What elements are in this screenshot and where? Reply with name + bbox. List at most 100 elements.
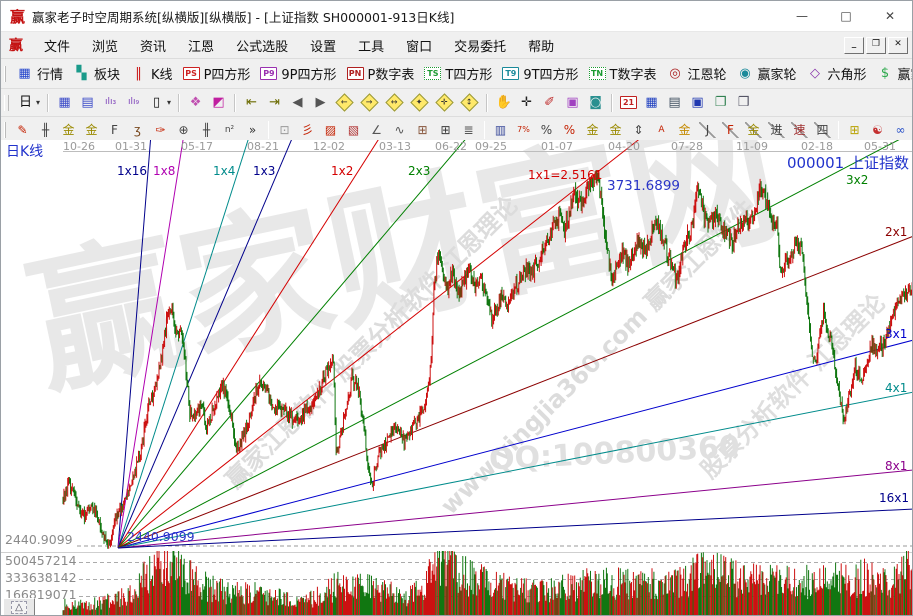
percent-button[interactable]: % bbox=[536, 119, 557, 141]
su-line-button[interactable]: 速 bbox=[789, 119, 810, 141]
zoom-h-button[interactable]: ↔ bbox=[383, 92, 406, 114]
toolbar-grip[interactable] bbox=[4, 95, 9, 111]
yinyang-button[interactable]: ☯ bbox=[867, 119, 888, 141]
t-number-button[interactable]: TNT数字表 bbox=[585, 63, 661, 85]
close-button[interactable]: ✕ bbox=[868, 1, 912, 31]
info-list-button[interactable]: ▤ bbox=[77, 92, 98, 114]
updown-button[interactable]: ⇕ bbox=[628, 119, 649, 141]
shift-right-button[interactable]: → bbox=[358, 92, 381, 114]
puzzle-button[interactable]: ◙ bbox=[585, 92, 606, 114]
si-line-button[interactable]: 四 bbox=[812, 119, 833, 141]
colored-chart-button[interactable]: ◩ bbox=[208, 92, 229, 114]
infinity-button[interactable]: ∞ bbox=[890, 119, 911, 141]
toolbar-grip[interactable] bbox=[4, 66, 6, 82]
grid-box2-button[interactable]: ⊞ bbox=[435, 119, 456, 141]
a-wave-button[interactable]: A bbox=[651, 119, 672, 141]
kline-button[interactable]: ‖K线 bbox=[126, 63, 177, 85]
p9-square-button[interactable]: P99P四方形 bbox=[256, 63, 340, 85]
p-square-button[interactable]: PSP四方形 bbox=[179, 63, 255, 85]
menu-item-3[interactable]: 江恩 bbox=[177, 33, 225, 58]
box-select-button[interactable]: ⊡ bbox=[274, 119, 295, 141]
hand-tool-button[interactable]: ✋ bbox=[493, 92, 514, 114]
mdi-restore-button[interactable]: ❐ bbox=[866, 37, 886, 54]
window-mode-button[interactable]: ▦ bbox=[54, 92, 75, 114]
circle-tool-button[interactable]: ⊕ bbox=[173, 119, 194, 141]
kline-3-button[interactable]: ılı₃ bbox=[100, 92, 121, 114]
menu-item-4[interactable]: 公式选股 bbox=[225, 33, 299, 58]
crosshair-button[interactable]: ✛ bbox=[516, 92, 537, 114]
spiral-button[interactable]: ʒ bbox=[127, 119, 148, 141]
gann-fan-button[interactable]: 彡 bbox=[297, 119, 318, 141]
toolbar-grip[interactable] bbox=[4, 122, 6, 138]
quotes-button[interactable]: ▦行情 bbox=[12, 63, 67, 85]
nav-prev-button[interactable]: ◀ bbox=[287, 92, 308, 114]
gold-grid2-button[interactable]: 金 bbox=[81, 119, 102, 141]
j-line-button[interactable]: J bbox=[697, 119, 718, 141]
zoom-v-button[interactable]: ↕ bbox=[458, 92, 481, 114]
ray-lines-button[interactable]: ≣ bbox=[458, 119, 479, 141]
p-number-button[interactable]: PNP数字表 bbox=[343, 63, 419, 85]
ruler-grid-button[interactable]: ╫ bbox=[196, 119, 217, 141]
gold-slash-button[interactable]: 金 bbox=[743, 119, 764, 141]
menu-item-7[interactable]: 窗口 bbox=[395, 33, 443, 58]
square-n2-button[interactable]: n² bbox=[219, 119, 240, 141]
grid-yellow-button[interactable]: ⊞ bbox=[844, 119, 865, 141]
wand-button[interactable]: ✐ bbox=[539, 92, 560, 114]
zoom-out-button[interactable]: ✦ bbox=[408, 92, 431, 114]
nav-next-button[interactable]: ▶ bbox=[310, 92, 331, 114]
grid-tool-button[interactable]: ╫ bbox=[35, 119, 56, 141]
print-button[interactable]: ❒ bbox=[733, 92, 754, 114]
gold-circle-button[interactable]: 金 bbox=[582, 119, 603, 141]
fib-grid-button[interactable]: F bbox=[104, 119, 125, 141]
notes-button[interactable]: ▤ bbox=[664, 92, 685, 114]
fan-box-button[interactable]: ▨ bbox=[320, 119, 341, 141]
percent-red-button[interactable]: % bbox=[559, 119, 580, 141]
maximize-button[interactable]: □ bbox=[824, 1, 868, 31]
menu-item-1[interactable]: 浏览 bbox=[81, 33, 129, 58]
menu-item-6[interactable]: 工具 bbox=[347, 33, 395, 58]
menu-item-9[interactable]: 帮助 bbox=[517, 33, 565, 58]
angle-pen-button[interactable]: ✑ bbox=[150, 119, 171, 141]
menu-logo-icon[interactable]: 赢 bbox=[9, 35, 23, 55]
percent-panel-button[interactable]: ▥ bbox=[490, 119, 511, 141]
pattern-button[interactable]: ❖ bbox=[185, 92, 206, 114]
menu-item-0[interactable]: 文件 bbox=[33, 33, 81, 58]
menu-item-2[interactable]: 资讯 bbox=[129, 33, 177, 58]
nav-first-button[interactable]: ⇤ bbox=[241, 92, 262, 114]
period-button[interactable]: 日▾ bbox=[15, 92, 42, 114]
export-button[interactable]: ❐ bbox=[710, 92, 731, 114]
mdi-close-button[interactable]: ✕ bbox=[888, 37, 908, 54]
mdi-minimize-button[interactable]: _ bbox=[844, 37, 864, 54]
gold-grid-button[interactable]: 金 bbox=[58, 119, 79, 141]
zoom-all-button[interactable]: ✛ bbox=[433, 92, 456, 114]
t-square-button[interactable]: TST四方形 bbox=[420, 63, 496, 85]
kline-9-button[interactable]: ılı₉ bbox=[123, 92, 144, 114]
price-chart[interactable] bbox=[1, 140, 913, 616]
nav-last-button[interactable]: ⇥ bbox=[264, 92, 285, 114]
gann-shape-button[interactable]: ▣ bbox=[562, 92, 583, 114]
hexagon-button[interactable]: ◇六角形 bbox=[803, 63, 871, 85]
angle-lines-button[interactable]: ∠ bbox=[366, 119, 387, 141]
menu-item-8[interactable]: 交易委托 bbox=[443, 33, 517, 58]
jin-line-button[interactable]: 进 bbox=[766, 119, 787, 141]
f-line-button[interactable]: F bbox=[720, 119, 741, 141]
draw-pen-button[interactable]: ✎ bbox=[12, 119, 33, 141]
annotation-tool-button[interactable]: △ bbox=[3, 598, 35, 616]
more-tools-button[interactable]: » bbox=[242, 119, 263, 141]
candle-style-button[interactable]: ▯▾ bbox=[146, 92, 173, 114]
grid-box-button[interactable]: ⊞ bbox=[412, 119, 433, 141]
gann-wheel-button[interactable]: ◎江恩轮 bbox=[663, 63, 731, 85]
calculator-button[interactable]: ▦ bbox=[641, 92, 662, 114]
fan-box2-button[interactable]: ▧ bbox=[343, 119, 364, 141]
minimize-button[interactable]: — bbox=[780, 1, 824, 31]
wave-tool-button[interactable]: ∿ bbox=[389, 119, 410, 141]
t9-square-button[interactable]: T99T四方形 bbox=[498, 63, 582, 85]
gold-line-button[interactable]: 金 bbox=[605, 119, 626, 141]
winner-wheel-button[interactable]: ◉赢家轮 bbox=[733, 63, 801, 85]
gold-button[interactable]: 金 bbox=[674, 119, 695, 141]
calendar-button[interactable]: 21 bbox=[618, 92, 639, 114]
menu-item-5[interactable]: 设置 bbox=[299, 33, 347, 58]
save-button[interactable]: ▣ bbox=[687, 92, 708, 114]
shift-left-button[interactable]: ← bbox=[333, 92, 356, 114]
winner-service-button[interactable]: $赢家服务 bbox=[873, 63, 913, 85]
